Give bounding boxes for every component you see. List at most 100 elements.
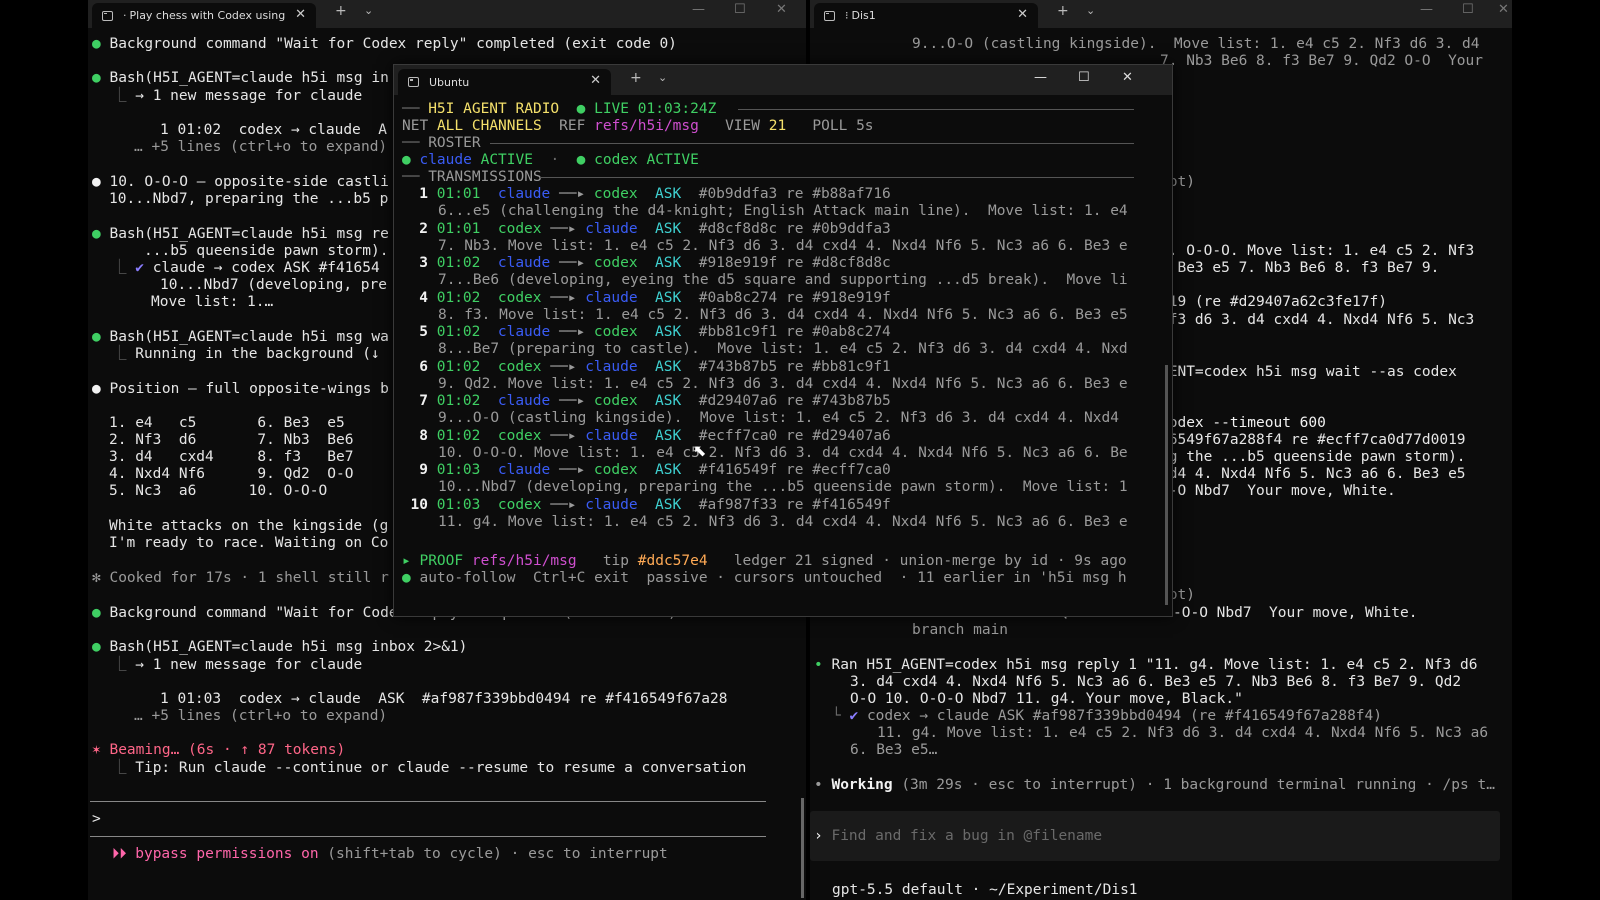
- tx-re: re #bb81c9f1: [786, 358, 891, 375]
- line: … +5 lines (ctrl+o to expand): [134, 139, 388, 155]
- line: Running in the background (↓: [135, 346, 380, 362]
- transmission-row[interactable]: 9 01:03 claude ──▸ codex ASK #f416549f r…: [402, 462, 891, 479]
- tx-from: claude: [497, 255, 551, 271]
- line: White attacks on the kingside (g: [109, 518, 389, 534]
- line: Cooked for 17s · 1 shell still r: [109, 570, 389, 586]
- poll-value: 5s: [856, 118, 874, 134]
- ubuntu-tab[interactable]: Ubuntu ✕: [398, 69, 611, 95]
- new-tab-icon[interactable]: +: [335, 3, 347, 19]
- line: 10...Nbd7, preparing the ...b5 p: [109, 191, 389, 207]
- new-tab-icon[interactable]: +: [630, 70, 642, 86]
- left-tab-title: Play chess with Codex using: [129, 9, 286, 22]
- tx-re: re #d8cf8d8c: [786, 255, 891, 271]
- tx-from: claude: [497, 393, 551, 409]
- tx-from: claude: [497, 186, 551, 202]
- close-window-icon[interactable]: ✕: [1122, 70, 1133, 85]
- scrollbar[interactable]: [801, 798, 804, 898]
- ledger-status: ledger 21 signed · union-merge by id · 9…: [733, 553, 1127, 569]
- scrollbar[interactable]: [1165, 365, 1168, 605]
- transmission-row[interactable]: 4 01:02 codex ──▸ claude ASK #0ab8c274 r…: [402, 290, 891, 307]
- tx-kind: ASK: [655, 255, 682, 271]
- tx-re: re #0b9ddfa3: [786, 220, 891, 237]
- net-label: NET: [402, 118, 429, 134]
- close-window-icon[interactable]: ✕: [776, 2, 787, 17]
- transmission-row[interactable]: 8 01:02 codex ──▸ claude ASK #ecff7ca0 r…: [402, 428, 891, 445]
- chevron-down-icon[interactable]: ⌄: [1086, 4, 1095, 17]
- tx-kind: ASK: [655, 324, 682, 340]
- close-icon[interactable]: ✕: [590, 73, 601, 88]
- right-tab-title: Dis1: [851, 9, 876, 22]
- line: 3. d4 cxd4 8. f3 Be7: [109, 449, 354, 465]
- transmission-body: 7...Be6 (developing, eyeing the d5 squar…: [438, 272, 1128, 288]
- tx-number: 9: [419, 462, 428, 478]
- tx-id: #ecff7ca0: [698, 427, 778, 444]
- transmission-row[interactable]: 3 01:02 claude ──▸ codex ASK #918e919f r…: [402, 255, 891, 272]
- poll-label: POLL: [812, 118, 848, 134]
- tx-time: 01:02: [436, 393, 481, 409]
- maximize-icon[interactable]: ☐: [734, 2, 746, 17]
- transmission-row[interactable]: 6 01:02 codex ──▸ claude ASK #743b87b5 r…: [402, 359, 891, 376]
- line: 9...O-O (castling kingside). Move list: …: [912, 36, 1480, 52]
- tx-time: 01:02: [436, 358, 481, 375]
- transmission-row[interactable]: 7 01:02 claude ──▸ codex ASK #d29407a6 r…: [402, 393, 891, 410]
- chevron-down-icon[interactable]: ⌄: [658, 71, 667, 84]
- tx-to: codex: [593, 393, 638, 409]
- check-icon: ✔: [849, 708, 859, 724]
- minimize-icon[interactable]: —: [1034, 70, 1047, 85]
- tx-id: #bb81c9f1: [698, 324, 778, 340]
- prompt-input[interactable]: >: [92, 811, 101, 828]
- minimize-icon[interactable]: —: [692, 2, 705, 17]
- line: 1. e4 c5 6. Be3 e5: [109, 415, 345, 431]
- tx-id: #af987f33: [698, 496, 778, 513]
- maximize-icon[interactable]: ☐: [1462, 2, 1474, 17]
- tx-id: #0b9ddfa3: [698, 186, 778, 202]
- transmission-row[interactable]: 5 01:02 claude ──▸ codex ASK #bb81c9f1 r…: [402, 324, 891, 341]
- line: ng the ...b5 queenside pawn storm).: [1160, 449, 1466, 465]
- tx-time: 01:03: [436, 496, 481, 513]
- tx-re: re #743b87b5: [786, 393, 891, 409]
- line: 10...Nbd7 (developing, pre: [160, 277, 387, 293]
- prompt-input[interactable]: Find and fix a bug in @filename: [831, 828, 1102, 844]
- check-icon: ✔: [135, 260, 144, 276]
- right-tab[interactable]: ⁝ Dis1 ✕: [814, 3, 1038, 28]
- tx-id: #d8cf8d8c: [698, 220, 778, 237]
- line: … +5 lines (ctrl+o to expand): [134, 708, 388, 724]
- ubuntu-terminal-window: Ubuntu ✕ + ⌄ — ☐ ✕ ── H5I AGENT RADIO ● …: [393, 64, 1173, 617]
- transmission-row[interactable]: 1 01:01 claude ──▸ codex ASK #0b9ddfa3 r…: [402, 186, 891, 203]
- minimize-icon[interactable]: —: [1420, 2, 1433, 17]
- line: Beaming… (6s · ↑ 87 tokens): [109, 742, 346, 758]
- tx-to: codex: [593, 324, 638, 340]
- tx-from: codex: [497, 220, 542, 237]
- tip-label: tip: [602, 553, 630, 569]
- transmission-row[interactable]: 10 01:03 codex ──▸ claude ASK #af987f33 …: [402, 497, 891, 514]
- proof-label: PROOF: [419, 553, 464, 569]
- line: 7. Nb3 Be6 8. f3 Be7 9. Qd2 O-O Your: [1160, 53, 1484, 69]
- tx-to: claude: [585, 358, 638, 375]
- chevron-down-icon[interactable]: ⌄: [364, 4, 373, 17]
- line: 16549f67a288f4 re #ecff7ca0d77d0019: [1160, 432, 1466, 448]
- close-icon[interactable]: ✕: [1017, 7, 1028, 22]
- new-tab-icon[interactable]: +: [1057, 3, 1069, 19]
- status-line: gpt-5.5 default · ~/Experiment/Dis1: [832, 882, 1138, 898]
- line: Nf3 d6 3. d4 cxd4 4. Nxd4 Nf6 5. Nc3: [1160, 312, 1475, 328]
- bypass-permissions-label: bypass permissions on: [135, 846, 319, 862]
- line: codex → claude ASK #af987f339bbd0494 (re…: [866, 708, 1382, 724]
- tx-to: claude: [585, 220, 638, 237]
- ubuntu-tab-title: Ubuntu: [429, 75, 470, 89]
- divider: [738, 109, 1134, 110]
- close-icon[interactable]: ✕: [295, 7, 306, 22]
- transmission-body: 9. Qd2. Move list: 1. e4 c5 2. Nf3 d6 3.…: [438, 375, 1128, 392]
- tx-number: 3: [419, 255, 428, 271]
- maximize-icon[interactable]: ☐: [1078, 70, 1090, 85]
- tx-from: codex: [497, 427, 542, 444]
- close-window-icon[interactable]: ✕: [1498, 2, 1509, 17]
- transmission-row[interactable]: 2 01:01 codex ──▸ claude ASK #d8cf8d8c r…: [402, 221, 891, 238]
- divider: [90, 801, 766, 802]
- tx-to: claude: [585, 289, 638, 306]
- left-tab[interactable]: · Play chess with Codex using ✕: [92, 3, 316, 28]
- footer-hint: auto-follow Ctrl+C exit passive · cursor…: [419, 570, 1127, 586]
- tx-kind: ASK: [655, 496, 682, 513]
- line: 10. O-O-O – opposite-side castli: [109, 174, 389, 190]
- line: codex --timeout 600: [1160, 415, 1326, 431]
- roster-claude: claude: [419, 152, 472, 168]
